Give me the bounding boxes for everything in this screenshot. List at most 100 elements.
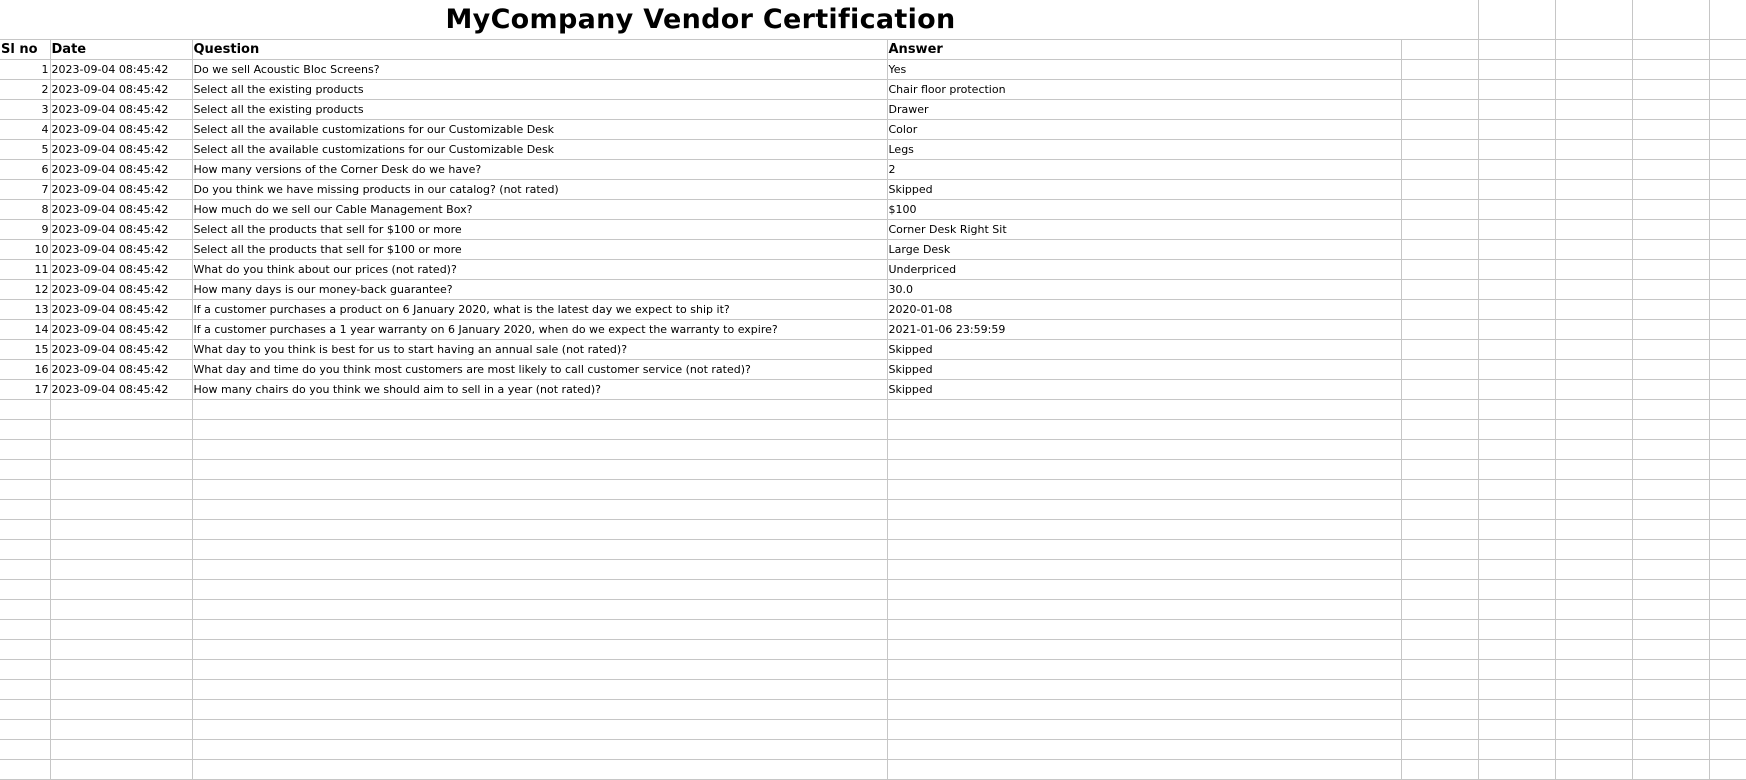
cell[interactable] — [1555, 139, 1633, 160]
date-cell[interactable]: 2023-09-04 08:45:42 — [50, 199, 193, 220]
question-cell[interactable]: How many days is our money-back guarante… — [192, 279, 888, 300]
cell[interactable] — [1632, 39, 1710, 60]
date-cell[interactable]: 2023-09-04 08:45:42 — [50, 219, 193, 240]
answer-cell[interactable]: 30.0 — [887, 279, 1402, 300]
cell[interactable] — [1401, 599, 1479, 620]
answer-cell[interactable]: Yes — [887, 59, 1402, 80]
cell[interactable] — [1478, 59, 1556, 80]
cell[interactable] — [1555, 579, 1633, 600]
cell[interactable] — [1401, 579, 1479, 600]
cell[interactable] — [1555, 559, 1633, 580]
cell[interactable] — [1555, 759, 1633, 780]
cell[interactable] — [1478, 239, 1556, 260]
cell[interactable] — [1555, 219, 1633, 240]
cell[interactable] — [50, 739, 193, 760]
cell[interactable] — [0, 739, 51, 760]
cell[interactable] — [0, 399, 51, 420]
cell[interactable] — [1632, 639, 1710, 660]
cell[interactable] — [1709, 99, 1746, 120]
cell[interactable] — [1632, 279, 1710, 300]
question-cell[interactable]: If a customer purchases a 1 year warrant… — [192, 319, 888, 340]
cell[interactable] — [1401, 179, 1479, 200]
cell[interactable] — [1555, 679, 1633, 700]
cell[interactable] — [1709, 39, 1746, 60]
question-cell[interactable]: Select all the products that sell for $1… — [192, 219, 888, 240]
cell[interactable] — [1555, 199, 1633, 220]
cell[interactable] — [1632, 119, 1710, 140]
cell[interactable] — [1401, 679, 1479, 700]
cell[interactable] — [50, 499, 193, 520]
cell[interactable] — [192, 739, 888, 760]
cell[interactable] — [1401, 619, 1479, 640]
cell[interactable] — [0, 419, 51, 440]
cell[interactable] — [1401, 499, 1479, 520]
cell[interactable] — [1632, 579, 1710, 600]
cell[interactable] — [192, 659, 888, 680]
question-cell[interactable]: What day to you think is best for us to … — [192, 339, 888, 360]
date-cell[interactable]: 2023-09-04 08:45:42 — [50, 139, 193, 160]
question-cell[interactable]: If a customer purchases a product on 6 J… — [192, 299, 888, 320]
sl-no-cell[interactable]: 15 — [0, 339, 51, 360]
cell[interactable] — [192, 619, 888, 640]
cell[interactable] — [1401, 659, 1479, 680]
cell[interactable] — [1709, 719, 1746, 740]
cell[interactable] — [1401, 119, 1479, 140]
cell[interactable] — [1709, 159, 1746, 180]
cell[interactable] — [1632, 619, 1710, 640]
cell[interactable] — [1401, 639, 1479, 660]
cell[interactable] — [50, 679, 193, 700]
cell[interactable] — [1555, 539, 1633, 560]
cell[interactable] — [1478, 399, 1556, 420]
question-cell[interactable]: How many versions of the Corner Desk do … — [192, 159, 888, 180]
cell[interactable] — [1555, 279, 1633, 300]
date-cell[interactable]: 2023-09-04 08:45:42 — [50, 259, 193, 280]
header-answer[interactable]: Answer — [887, 39, 1402, 60]
cell[interactable] — [0, 539, 51, 560]
cell[interactable] — [1632, 599, 1710, 620]
cell[interactable] — [1478, 119, 1556, 140]
sl-no-cell[interactable]: 12 — [0, 279, 51, 300]
cell[interactable] — [1478, 679, 1556, 700]
date-cell[interactable]: 2023-09-04 08:45:42 — [50, 319, 193, 340]
sl-no-cell[interactable]: 8 — [0, 199, 51, 220]
cell[interactable] — [1478, 339, 1556, 360]
cell[interactable] — [1401, 459, 1479, 480]
cell[interactable] — [1401, 139, 1479, 160]
cell[interactable] — [1401, 59, 1479, 80]
cell[interactable] — [50, 399, 193, 420]
cell[interactable] — [1478, 539, 1556, 560]
cell[interactable] — [1709, 739, 1746, 760]
cell[interactable] — [1709, 79, 1746, 100]
cell[interactable] — [1555, 739, 1633, 760]
answer-cell[interactable]: Drawer — [887, 99, 1402, 120]
question-cell[interactable]: Select all the existing products — [192, 99, 888, 120]
cell[interactable] — [192, 459, 888, 480]
cell[interactable] — [1709, 299, 1746, 320]
date-cell[interactable]: 2023-09-04 08:45:42 — [50, 339, 193, 360]
cell[interactable] — [1555, 699, 1633, 720]
cell[interactable] — [1478, 639, 1556, 660]
answer-cell[interactable]: Skipped — [887, 379, 1402, 400]
cell[interactable] — [0, 599, 51, 620]
cell[interactable] — [1632, 339, 1710, 360]
cell[interactable] — [192, 539, 888, 560]
cell[interactable] — [1632, 139, 1710, 160]
cell[interactable] — [1709, 479, 1746, 500]
cell[interactable] — [1709, 619, 1746, 640]
cell[interactable] — [1401, 279, 1479, 300]
header-question[interactable]: Question — [192, 39, 888, 60]
cell[interactable] — [0, 499, 51, 520]
answer-cell[interactable]: Underpriced — [887, 259, 1402, 280]
cell[interactable] — [1709, 659, 1746, 680]
cell[interactable] — [1555, 719, 1633, 740]
cell[interactable] — [1555, 479, 1633, 500]
question-cell[interactable]: Select all the products that sell for $1… — [192, 239, 888, 260]
cell[interactable] — [1709, 279, 1746, 300]
cell[interactable] — [192, 479, 888, 500]
cell[interactable] — [1632, 199, 1710, 220]
cell[interactable] — [1555, 639, 1633, 660]
cell[interactable] — [1401, 419, 1479, 440]
cell[interactable] — [887, 719, 1402, 740]
cell[interactable] — [1478, 479, 1556, 500]
cell[interactable] — [1709, 339, 1746, 360]
